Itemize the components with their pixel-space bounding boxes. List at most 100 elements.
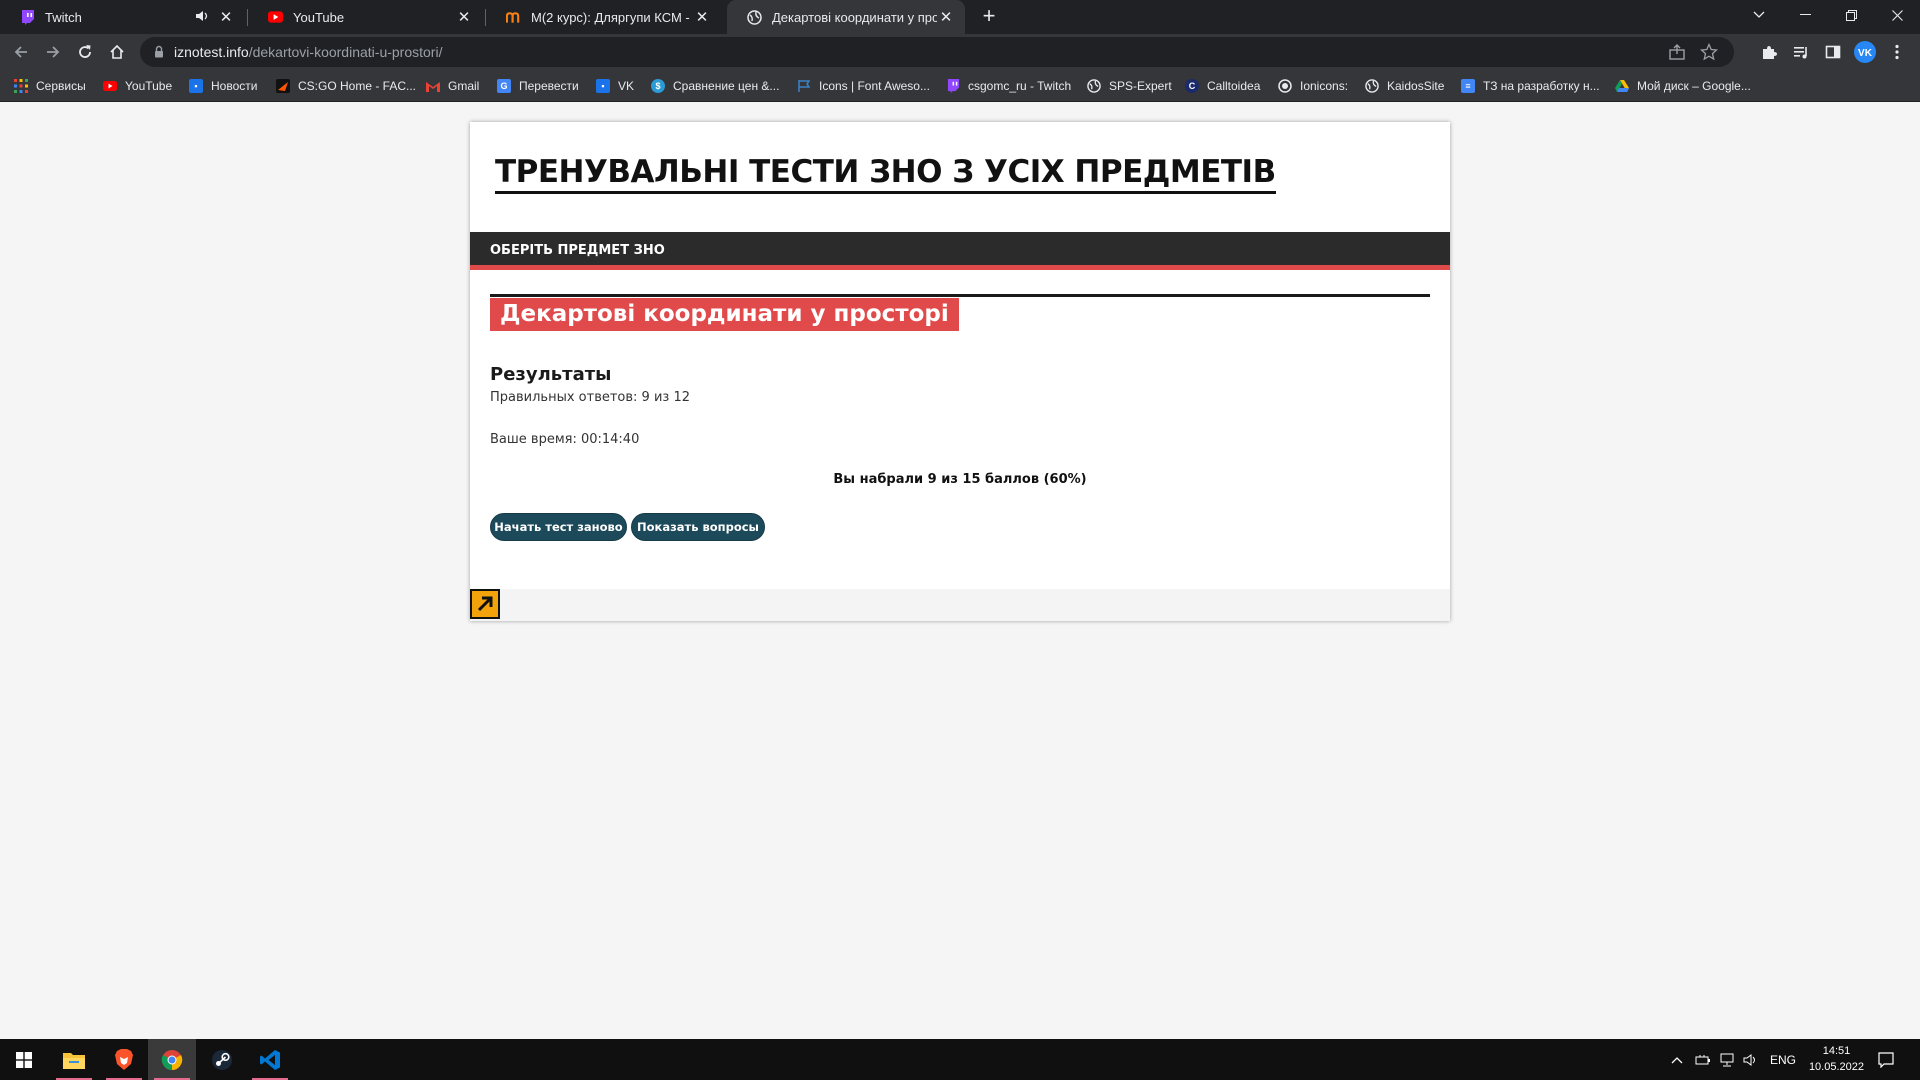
- bookmark-label: Сравнение цен &...: [673, 79, 780, 93]
- chrome-icon[interactable]: [148, 1039, 196, 1080]
- bookmark-gmail[interactable]: Gmail: [426, 77, 479, 95]
- close-tab-icon[interactable]: ✕: [937, 8, 955, 26]
- tab-search-icon[interactable]: [1736, 0, 1782, 30]
- windows-taskbar: ENG 14:51 10.05.2022: [0, 1039, 1920, 1080]
- globe-icon: [747, 9, 762, 25]
- battery-plug-icon[interactable]: [1695, 1039, 1713, 1080]
- brave-browser-icon[interactable]: [100, 1039, 148, 1080]
- apps-grid-icon: [14, 79, 28, 93]
- bookmark-font-awesome[interactable]: Icons | Font Aweso...: [797, 77, 930, 95]
- tab-title: Декартові координати у просто: [772, 9, 937, 25]
- ionicons-icon: [1278, 79, 1292, 93]
- twitch-icon: [20, 9, 35, 25]
- bookmark-label: csgomc_ru - Twitch: [968, 79, 1072, 93]
- tab-dekartovi-active[interactable]: Декартові координати у просто ✕: [727, 0, 965, 34]
- close-tab-icon[interactable]: ✕: [693, 8, 711, 26]
- bookmark-star-icon[interactable]: [1699, 42, 1719, 66]
- bookmark-label: Calltoidea: [1207, 79, 1261, 93]
- bookmark-sps-expert[interactable]: SPS-Expert: [1087, 77, 1172, 95]
- results-heading: Результаты: [490, 364, 612, 385]
- reload-icon[interactable]: [73, 40, 97, 64]
- new-tab-button[interactable]: +: [977, 5, 1001, 29]
- vk-extension-icon[interactable]: VK: [1853, 40, 1877, 64]
- bookmark-servisy[interactable]: Сервисы: [14, 77, 86, 95]
- external-link-arrow-icon[interactable]: [470, 589, 500, 619]
- network-icon[interactable]: [1719, 1039, 1735, 1080]
- svg-text:VK: VK: [1858, 48, 1873, 59]
- bookmark-label: CS:GO Home - FAC...: [298, 79, 417, 93]
- show-hidden-icons-chevron-icon[interactable]: [1671, 1039, 1683, 1080]
- media-queue-icon[interactable]: [1789, 40, 1813, 64]
- flag-icon: [797, 79, 811, 93]
- topic-title: Декартові координати у просторі: [490, 298, 959, 331]
- steam-icon[interactable]: [198, 1039, 246, 1080]
- site-title[interactable]: ТРЕНУВАЛЬНІ ТЕСТИ ЗНО З УСІХ ПРЕДМЕТІВ: [495, 154, 1276, 194]
- volume-icon[interactable]: [1743, 1039, 1759, 1080]
- minimize-button[interactable]: [1782, 0, 1828, 30]
- side-panel-icon[interactable]: [1821, 40, 1845, 64]
- bookmark-label: YouTube: [125, 79, 173, 93]
- bookmark-label: Мой диск – Google...: [1637, 79, 1751, 93]
- moodle-icon: [506, 10, 521, 25]
- tab-youtube[interactable]: YouTube ✕: [248, 0, 483, 34]
- twitch-icon: [946, 79, 960, 93]
- bookmark-label: VK: [618, 79, 635, 93]
- show-questions-button[interactable]: Показать вопросы: [631, 513, 765, 541]
- bookmark-vk[interactable]: ▪ VK: [596, 77, 634, 95]
- forward-arrow-icon[interactable]: [41, 40, 65, 64]
- bookmark-label: Icons | Font Aweso...: [819, 79, 930, 93]
- menu-kebab-icon[interactable]: [1885, 40, 1909, 64]
- page-viewport: ТРЕНУВАЛЬНІ ТЕСТИ ЗНО З УСІХ ПРЕДМЕТІВ О…: [0, 103, 1920, 1039]
- restart-test-button[interactable]: Начать тест заново: [490, 513, 627, 541]
- home-icon[interactable]: [105, 40, 129, 64]
- speaker-muted-icon[interactable]: [195, 10, 209, 25]
- tab-moodle[interactable]: М(2 курс): Дляргупи КСМ - 20 - ✕: [486, 0, 721, 34]
- close-tab-icon[interactable]: ✕: [455, 8, 473, 26]
- bookmark-csgo-faceit[interactable]: CS:GO Home - FAC...: [276, 77, 416, 95]
- bookmark-price-compare[interactable]: $ Сравнение цен &...: [651, 77, 779, 95]
- share-icon[interactable]: [1668, 43, 1686, 66]
- bookmark-label: ТЗ на разработку н...: [1483, 79, 1600, 93]
- bookmark-google-drive[interactable]: Мой диск – Google...: [1615, 77, 1751, 95]
- extensions-puzzle-icon[interactable]: [1757, 40, 1781, 64]
- tab-title: М(2 курс): Дляргупи КСМ - 20 -: [531, 9, 693, 25]
- site-footer: [470, 589, 1450, 621]
- url-path: /dekartovi-koordinati-u-prostori/: [248, 44, 443, 60]
- language-indicator[interactable]: ENG: [1770, 1039, 1796, 1080]
- score-summary: Вы набрали 9 из 15 баллов (60%): [833, 472, 1087, 487]
- bookmark-calltoidea[interactable]: C Calltoidea: [1185, 77, 1260, 95]
- system-clock[interactable]: 14:51 10.05.2022: [1809, 1043, 1864, 1075]
- bookmarks-bar: Сервисы YouTube ▪ Новости CS:GO Home - F…: [0, 70, 1920, 102]
- url-text: iznotest.info/dekartovi-koordinati-u-pro…: [174, 44, 442, 60]
- clock-date: 10.05.2022: [1808, 1061, 1864, 1073]
- lock-icon[interactable]: [154, 45, 164, 63]
- tab-twitch[interactable]: Twitch ✕: [0, 0, 245, 34]
- bookmark-perevesti[interactable]: G Перевести: [497, 77, 579, 95]
- browser-tab-strip: Twitch ✕ YouTube ✕ М(2 курс): Дляргупи К…: [0, 0, 1920, 34]
- address-bar[interactable]: iznotest.info/dekartovi-koordinati-u-pro…: [140, 37, 1734, 67]
- choose-subject-menu[interactable]: ОБЕРІТЬ ПРЕДМЕТ ЗНО: [490, 243, 665, 258]
- bookmark-csgomc-twitch[interactable]: csgomc_ru - Twitch: [946, 77, 1071, 95]
- close-window-button[interactable]: [1874, 0, 1920, 30]
- vscode-icon[interactable]: [246, 1039, 294, 1080]
- bookmark-novosti[interactable]: ▪ Новости: [189, 77, 257, 95]
- gmail-icon: [426, 79, 440, 93]
- price-compare-icon: $: [651, 79, 665, 93]
- close-tab-icon[interactable]: ✕: [217, 8, 235, 26]
- bookmark-kaidossite[interactable]: KaidosSite: [1365, 77, 1444, 95]
- site-container: ТРЕНУВАЛЬНІ ТЕСТИ ЗНО З УСІХ ПРЕДМЕТІВ О…: [470, 122, 1450, 621]
- notifications-icon[interactable]: [1878, 1039, 1894, 1080]
- restore-button[interactable]: [1828, 0, 1874, 30]
- globe-icon: [1087, 79, 1101, 93]
- windows-start-icon[interactable]: [0, 1039, 48, 1080]
- bookmark-tz-document[interactable]: ≡ ТЗ на разработку н...: [1461, 77, 1600, 95]
- globe-icon: [1365, 79, 1379, 93]
- subject-nav-bar: ОБЕРІТЬ ПРЕДМЕТ ЗНО: [470, 232, 1450, 270]
- bookmark-youtube[interactable]: YouTube: [103, 77, 172, 95]
- bookmark-ionicons[interactable]: Ionicons:: [1278, 77, 1348, 95]
- translate-icon: G: [497, 79, 511, 93]
- clock-time: 14:51: [1822, 1045, 1851, 1057]
- back-arrow-icon[interactable]: [9, 40, 33, 64]
- file-explorer-icon[interactable]: [50, 1039, 98, 1080]
- tab-title: YouTube: [293, 9, 345, 25]
